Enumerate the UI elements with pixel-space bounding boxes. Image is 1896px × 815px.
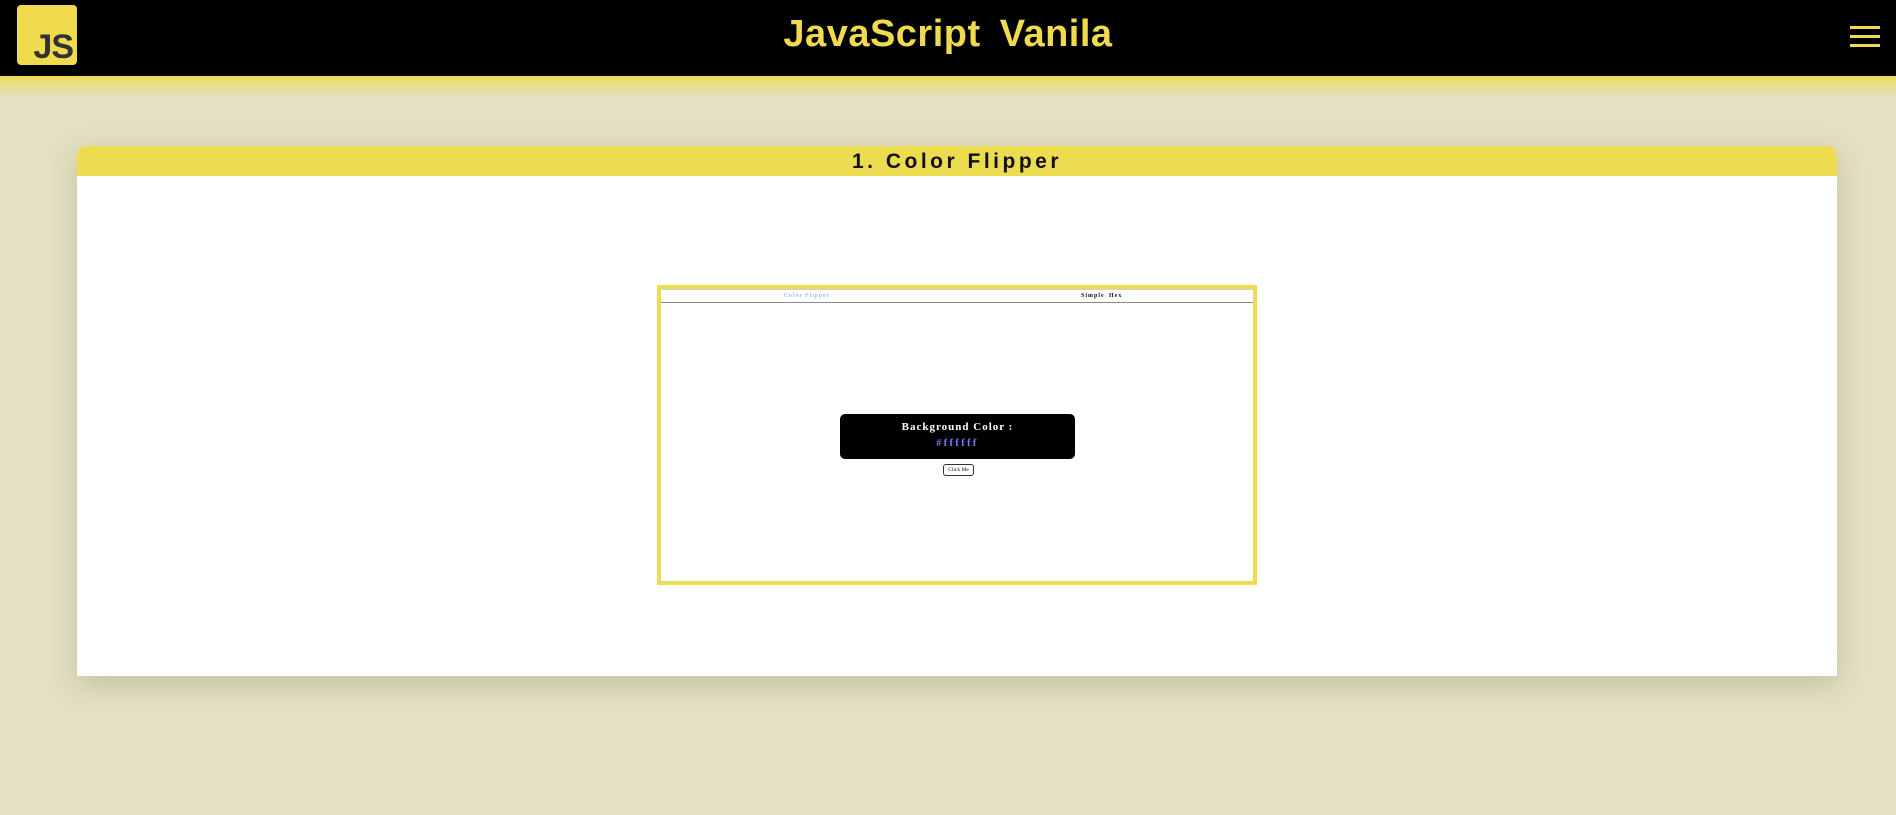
background-color-value: #ffffff [936,438,979,449]
js-logo-text: JS [33,28,74,66]
preview-navbar: Color Flipper Simple Hex [661,289,1253,303]
app-title: JavaScript Vanila [783,13,1113,55]
background-color-label: Background Color : [901,421,1014,433]
click-me-button[interactable]: Click Me [943,464,974,476]
top-navbar: JS JavaScript Vanila [0,0,1896,76]
hamburger-menu-icon[interactable] [1850,26,1880,48]
header-glow-divider [0,76,1896,98]
menu-bar [1850,35,1880,38]
js-logo[interactable]: JS [17,5,77,65]
project-preview-frame[interactable]: Color Flipper Simple Hex Background Colo… [657,285,1257,585]
menu-bar [1850,26,1880,29]
menu-bar [1850,44,1880,47]
preview-link-hex[interactable]: Hex [1109,293,1122,299]
project-card: 1. Color Flipper Color Flipper Simple He… [77,146,1837,676]
background-color-display: Background Color : #ffffff [840,414,1075,459]
preview-link-simple[interactable]: Simple [1081,293,1105,299]
preview-brand[interactable]: Color Flipper [784,293,830,299]
project-title: 1. Color Flipper [77,146,1837,176]
